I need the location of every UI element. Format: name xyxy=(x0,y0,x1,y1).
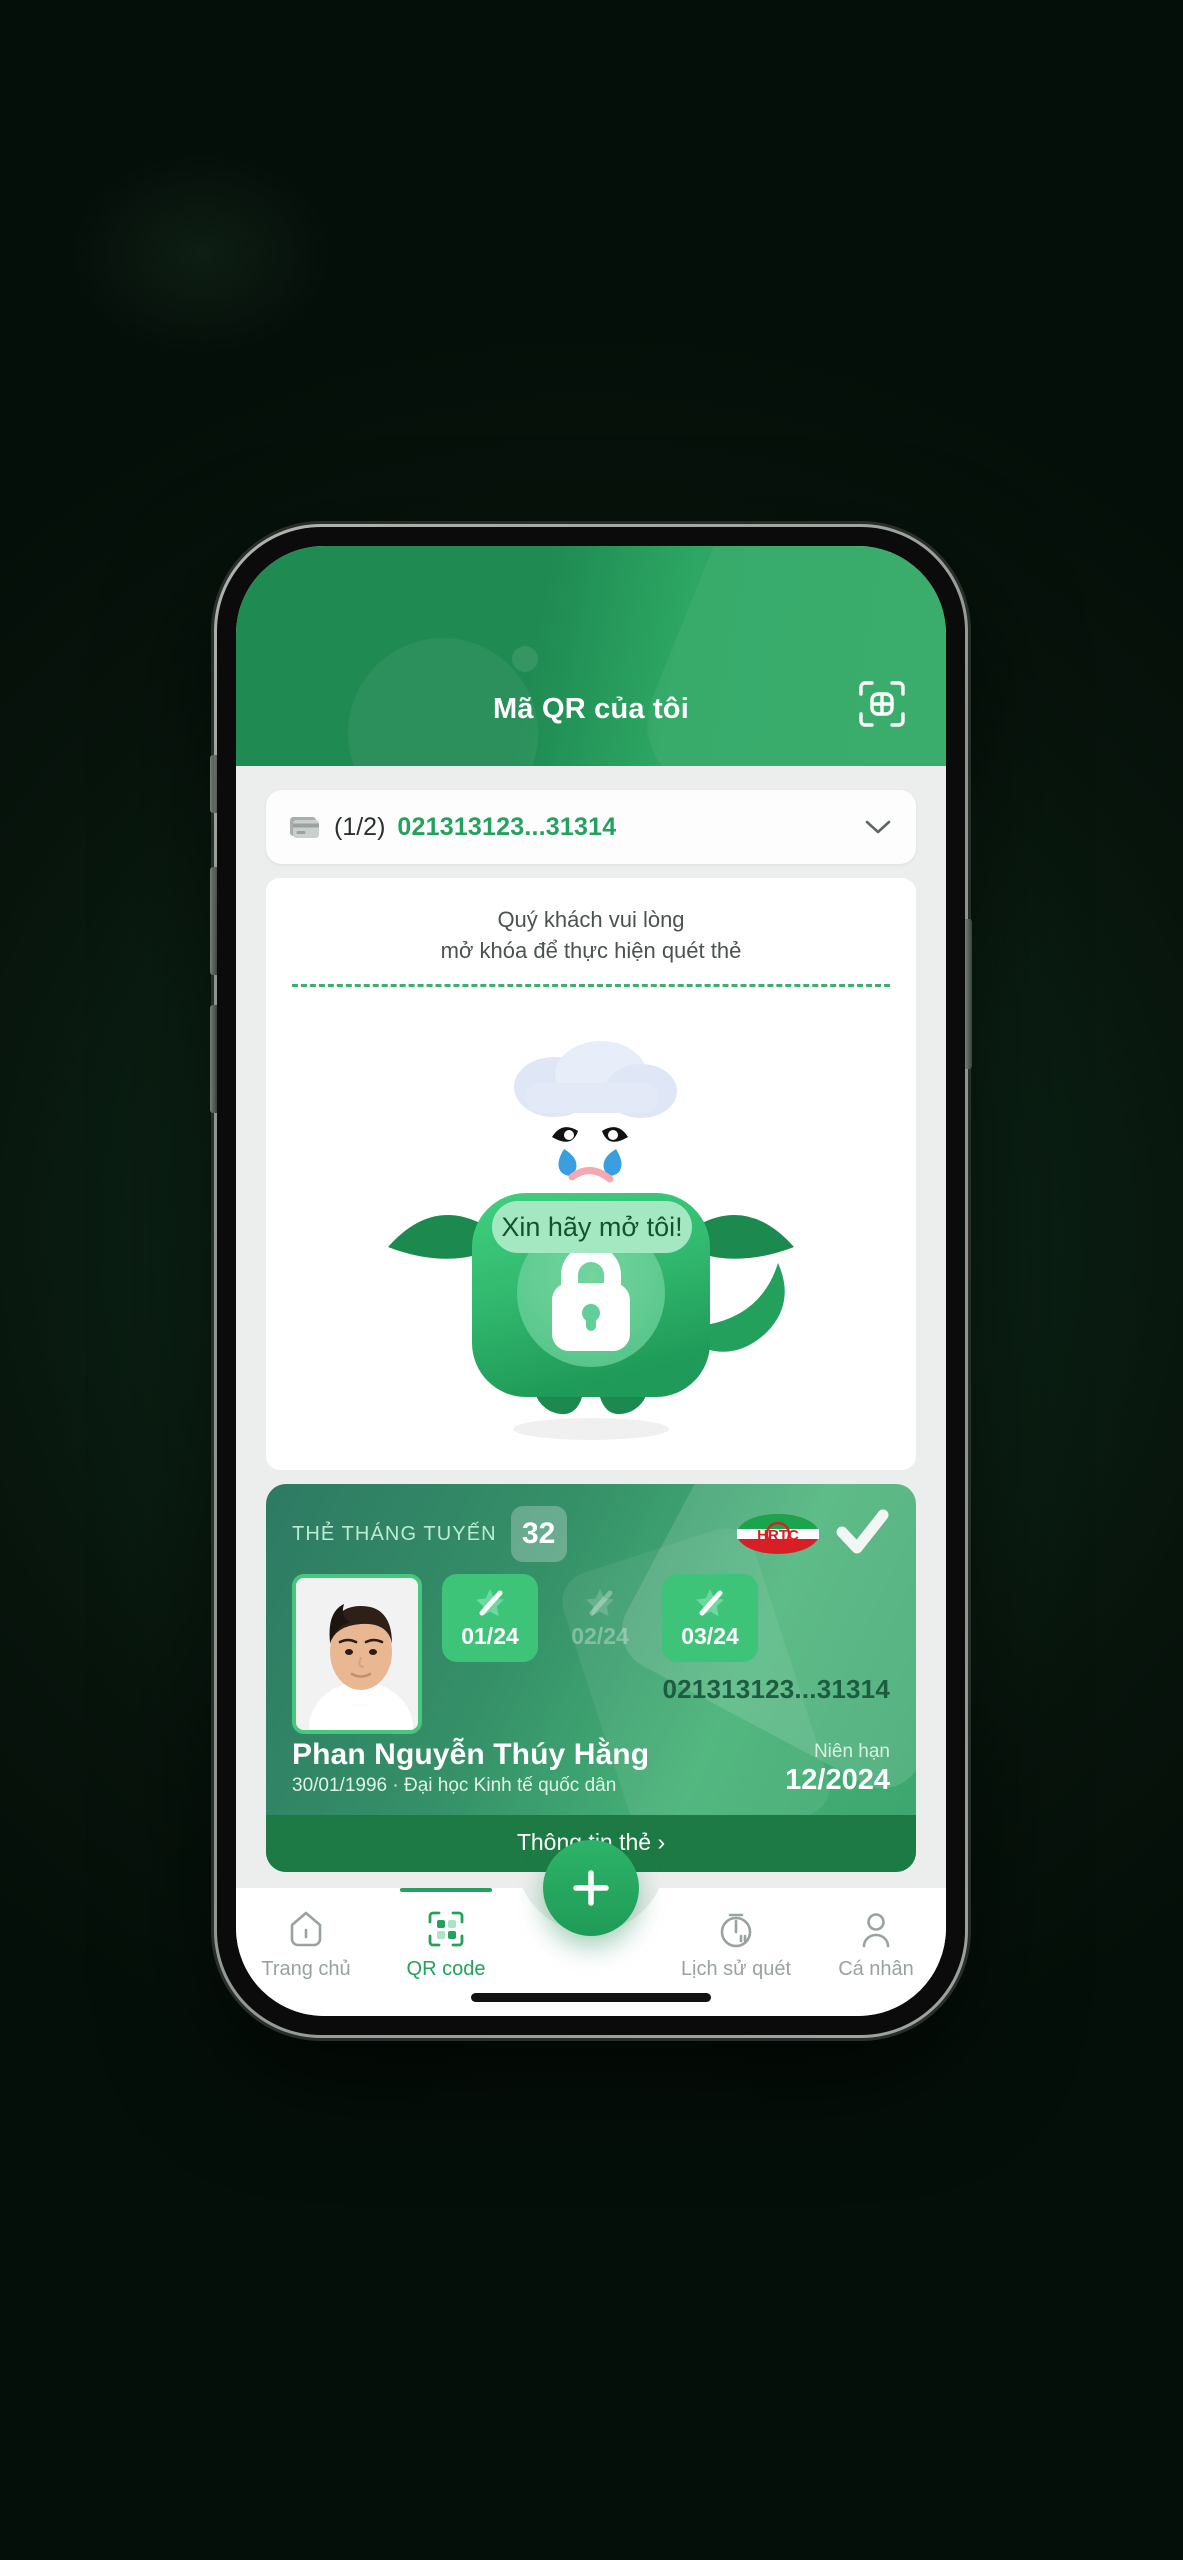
speech-bubble: Xin hãy mở tôi! xyxy=(492,1200,692,1253)
unlock-notice-panel: Quý khách vui lòng mở khóa để thực hiện … xyxy=(266,878,916,1010)
cardholder-photo xyxy=(292,1574,422,1734)
page-title: Mã QR của tôi xyxy=(493,693,689,725)
silent-switch-button[interactable] xyxy=(210,755,217,813)
cardholder-name: Phan Nguyễn Thúy Hằng xyxy=(292,1738,650,1771)
pass-type-label: THẺ THÁNG TUYẾN xyxy=(292,1522,497,1545)
sidebar-item-qr-code[interactable]: QR code xyxy=(376,1888,516,1981)
month-badge[interactable]: 01/24 xyxy=(442,1574,538,1662)
month-badge-label: 01/24 xyxy=(461,1623,519,1649)
bottom-navigation-bar: Trang chủ QR code Lịch sử quét Cá nhân xyxy=(236,1840,946,2016)
timer-icon xyxy=(715,1908,757,1950)
main-content: (1/2) 021313123...31314 Quý khách vui lò… xyxy=(236,766,946,1888)
chevron-down-icon[interactable] xyxy=(864,819,892,835)
card-index-label: (1/2) xyxy=(334,812,386,841)
home-icon xyxy=(285,1908,327,1950)
nav-label-profile: Cá nhân xyxy=(838,1958,914,1980)
monthly-pass-card[interactable]: THẺ THÁNG TUYẾN 32 HRTC 01/24 02/24 03/2… xyxy=(266,1484,916,1872)
expiry-value: 12/2024 xyxy=(785,1764,890,1796)
sidebar-item-scan-history[interactable]: Lịch sử quét xyxy=(666,1908,806,1981)
pass-card-number: 021313123...31314 xyxy=(662,1674,890,1704)
pass-card-header: THẺ THÁNG TUYẾN 32 HRTC xyxy=(292,1506,890,1562)
person-icon xyxy=(855,1908,897,1950)
check-mark-icon xyxy=(834,1508,890,1560)
volume-down-button[interactable] xyxy=(210,1005,217,1113)
expiry-info: Niên hạn 12/2024 xyxy=(769,1741,890,1797)
scan-qr-icon[interactable] xyxy=(856,678,908,730)
locked-mascot-area: Xin hãy mở tôi! xyxy=(266,1009,916,1470)
nav-label-home: Trang chủ xyxy=(261,1958,351,1980)
unlock-notice-line-1: Quý khách vui lòng xyxy=(497,907,685,932)
star-badge-icon xyxy=(693,1586,727,1620)
speech-bubble-text: Xin hãy mở tôi! xyxy=(501,1212,682,1242)
hrtc-logo: HRTC xyxy=(736,1512,820,1556)
selected-card-number: 021313123...31314 xyxy=(397,812,617,841)
month-badge[interactable]: 03/24 xyxy=(662,1574,758,1662)
active-tab-indicator xyxy=(400,1888,492,1892)
add-button-fab[interactable] xyxy=(543,1840,639,1936)
month-badge[interactable]: 02/24 xyxy=(552,1574,648,1662)
background-glow-secondary xyxy=(70,153,331,354)
nav-label-scan-history: Lịch sử quét xyxy=(680,1958,792,1980)
card-selector-dropdown[interactable]: (1/2) 021313123...31314 xyxy=(266,790,916,864)
month-badge-label: 03/24 xyxy=(681,1623,739,1649)
header-decoration-dot xyxy=(512,646,538,672)
dashed-divider xyxy=(292,984,890,988)
star-badge-icon xyxy=(583,1586,617,1620)
route-number-badge: 32 xyxy=(510,1506,567,1562)
app-header: Mã QR của tôi xyxy=(236,546,946,766)
power-button[interactable] xyxy=(965,919,972,1069)
sidebar-item-profile[interactable]: Cá nhân xyxy=(806,1908,946,1981)
plus-icon xyxy=(570,1867,612,1909)
svg-text:HRTC: HRTC xyxy=(757,1527,799,1544)
month-badge-list: 01/24 02/24 03/24 xyxy=(442,1574,890,1662)
month-badge-label: 02/24 xyxy=(571,1623,629,1649)
cardholder-details: 30/01/1996 · Đại học Kinh tế quốc dân xyxy=(292,1775,617,1796)
sidebar-item-home[interactable]: Trang chủ xyxy=(236,1908,376,1981)
mascot-illustration: Xin hãy mở tôi! xyxy=(376,1025,806,1455)
volume-up-button[interactable] xyxy=(210,867,217,975)
header-decoration-wedge xyxy=(626,546,946,766)
crying-face xyxy=(552,1126,628,1183)
chevron-right-icon: › xyxy=(657,1829,666,1855)
phone-screen: Mã QR của tôi (1/2) 021313123...31314 Qu… xyxy=(236,546,946,2016)
qr-code-icon xyxy=(425,1908,467,1950)
credit-card-icon xyxy=(288,814,320,840)
star-badge-icon xyxy=(473,1586,507,1620)
cardholder-info: Phan Nguyễn Thúy Hằng 30/01/1996 · Đại h… xyxy=(292,1738,649,1797)
home-indicator[interactable] xyxy=(471,1993,711,2002)
phone-device-frame: Mã QR của tôi (1/2) 021313123...31314 Qu… xyxy=(210,527,972,2035)
unlock-notice-line-2: mở khóa để thực hiện quét thẻ xyxy=(440,938,742,964)
nav-label-qr-code: QR code xyxy=(406,1958,486,1980)
rain-cloud-icon xyxy=(514,1040,677,1118)
expiry-label: Niên hạn xyxy=(813,1741,890,1762)
